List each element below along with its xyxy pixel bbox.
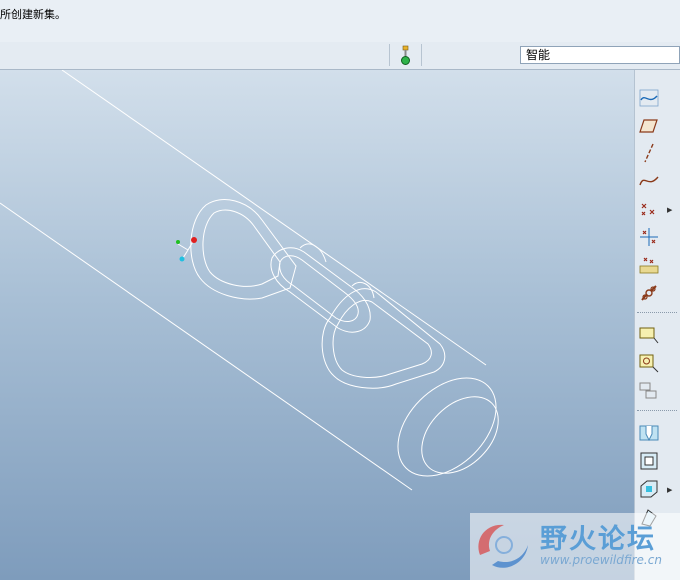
sketched-datum-curve-icon[interactable] — [638, 87, 660, 109]
datum-point-icon[interactable] — [638, 198, 660, 220]
graphics-viewport[interactable] — [0, 70, 634, 580]
toolbar-separator — [637, 312, 677, 314]
right-feature-toolbar: ▶ ▶ — [634, 70, 680, 580]
shell-icon[interactable] — [638, 450, 660, 472]
coordinate-system-glyph — [176, 237, 197, 262]
toolbar-separator — [389, 44, 390, 66]
datum-axis-icon[interactable] — [638, 142, 660, 164]
annotation-link-icon[interactable] — [638, 380, 660, 402]
extrude-surface-icon[interactable] — [638, 478, 660, 500]
hole-icon[interactable] — [638, 422, 660, 444]
expand-arrow-icon[interactable]: ▶ — [667, 206, 672, 214]
datum-plane-icon[interactable] — [638, 115, 660, 137]
datum-point-field-icon[interactable] — [638, 254, 660, 276]
annotation-element-icon[interactable] — [638, 352, 660, 374]
coordinate-system-icon[interactable] — [638, 282, 660, 304]
watermark-url: www.proewildfire.cn — [540, 553, 662, 567]
tube-wireframe-model — [0, 70, 499, 491]
annotation-icon[interactable] — [638, 324, 660, 346]
traffic-light-icon[interactable] — [397, 45, 415, 67]
toolbar-separator — [421, 44, 422, 66]
datum-point-offset-icon[interactable] — [638, 226, 660, 248]
watermark-title: 野火论坛 — [540, 524, 656, 555]
forum-logo-icon — [478, 524, 528, 568]
selection-filter-select[interactable]: 智能 — [520, 46, 680, 64]
message-area: 所创建新集。 — [0, 0, 680, 43]
forum-watermark: 野火论坛 www.proewildfire.cn — [470, 513, 680, 580]
datum-curve-icon[interactable] — [638, 169, 660, 191]
toolbar-separator — [637, 410, 677, 412]
message-text: 所创建新集。 — [0, 8, 66, 21]
expand-arrow-icon[interactable]: ▶ — [667, 486, 672, 494]
